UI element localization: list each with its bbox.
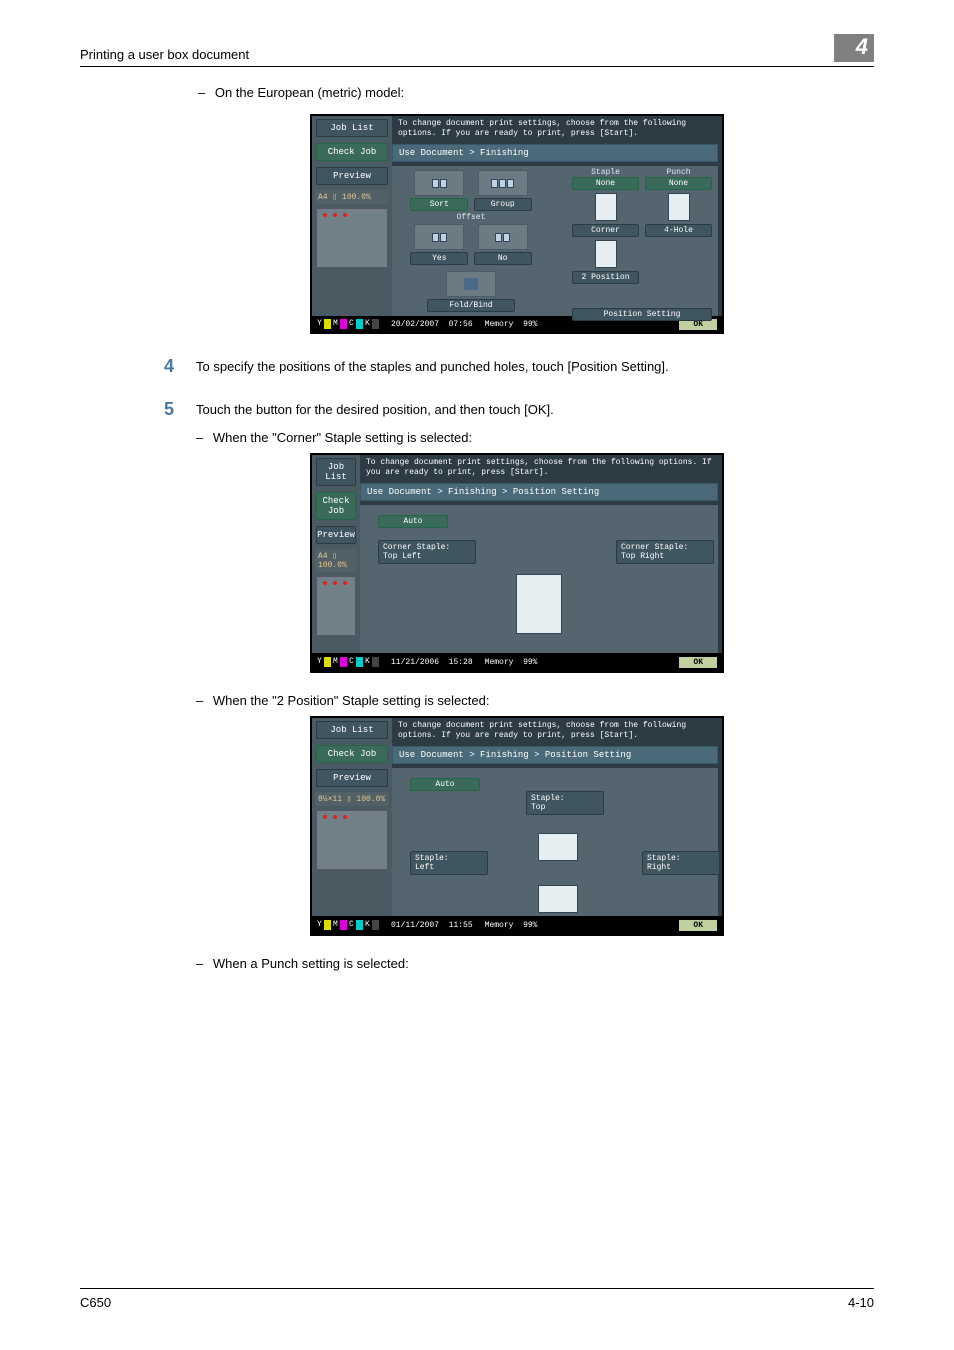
auto-button[interactable]: Auto (410, 778, 480, 791)
instruction-message: To change document print settings, choos… (392, 718, 722, 744)
group-button[interactable]: Group (474, 198, 532, 211)
step-4-number: 4 (160, 356, 174, 377)
bullet-corner-staple: When the "Corner" Staple setting is sele… (196, 430, 874, 445)
foldbind-button[interactable]: Fold/Bind (427, 299, 515, 312)
staple-2position-button[interactable]: 2 Position (572, 271, 639, 284)
toner-levels: YMCK (316, 319, 379, 329)
footer-memory: Memory 99% (485, 320, 538, 329)
step-4-text: To specify the positions of the staples … (196, 356, 669, 377)
check-job-button[interactable]: Check Job (316, 492, 356, 520)
ui-screenshot-position-2pos: Job List Check Job Preview 8½×11 ▯ 100.0… (310, 716, 724, 936)
staple-none-button[interactable]: None (572, 177, 639, 190)
footer-memory: Memory 99% (485, 658, 538, 667)
foldbind-icon (446, 271, 496, 297)
toner-levels: YMCK (316, 657, 379, 667)
staple-preview-icon (595, 193, 617, 221)
footer-page: 4-10 (848, 1295, 874, 1310)
header-title: Printing a user box document (80, 47, 249, 62)
twopos-preview-icon (595, 240, 617, 268)
toner-levels: YMCK (316, 920, 379, 930)
preview-button[interactable]: Preview (316, 769, 388, 787)
footer-date: 11/21/2006 15:28 (391, 658, 473, 667)
paper-info: 8½×11 ▯ 100.0% (315, 792, 389, 806)
footer-date: 20/02/2007 07:56 (391, 320, 473, 329)
offset-no-icon (478, 224, 528, 250)
bullet-euro-model: On the European (metric) model: (198, 85, 874, 100)
position-preview-top (538, 833, 578, 861)
offset-yes-button[interactable]: Yes (410, 252, 468, 265)
section-number: 4 (834, 34, 874, 62)
staple-right-button[interactable]: Staple: Right (642, 851, 720, 875)
sort-icon (414, 170, 464, 196)
offset-label: Offset (396, 213, 546, 222)
position-preview (516, 574, 562, 634)
group-icon (478, 170, 528, 196)
ok-button[interactable]: OK (678, 656, 718, 669)
preview-thumbnail (316, 576, 356, 636)
staple-label: Staple (572, 168, 639, 177)
breadcrumb: Use Document > Finishing (392, 144, 718, 162)
auto-button[interactable]: Auto (378, 515, 448, 528)
breadcrumb: Use Document > Finishing > Position Sett… (360, 483, 718, 501)
paper-info: A4 ▯ 100.0% (315, 190, 389, 204)
page-header: Printing a user box document 4 (80, 40, 874, 67)
offset-yes-icon (414, 224, 464, 250)
step-5-number: 5 (160, 399, 174, 420)
position-preview-side (538, 885, 578, 913)
footer-date: 01/11/2007 11:55 (391, 921, 473, 930)
preview-thumbnail (316, 208, 388, 268)
bullet-punch-setting: When a Punch setting is selected: (196, 956, 874, 971)
job-list-button[interactable]: Job List (316, 119, 388, 137)
punch-preview-icon (668, 193, 690, 221)
instruction-message: To change document print settings, choos… (392, 116, 722, 142)
preview-thumbnail (316, 810, 388, 870)
step-5-text: Touch the button for the desired positio… (196, 399, 554, 420)
sort-button[interactable]: Sort (410, 198, 468, 211)
offset-no-button[interactable]: No (474, 252, 532, 265)
preview-button[interactable]: Preview (316, 167, 388, 185)
bullet-2position-staple: When the "2 Position" Staple setting is … (196, 693, 874, 708)
staple-left-button[interactable]: Staple: Left (410, 851, 488, 875)
check-job-button[interactable]: Check Job (316, 745, 388, 763)
ok-button[interactable]: OK (678, 919, 718, 932)
corner-topright-button[interactable]: Corner Staple: Top Right (616, 540, 714, 564)
ui-screenshot-position-corner: Job List Check Job Preview A4 ▯ 100.0% T… (310, 453, 724, 673)
punch-label: Punch (645, 168, 712, 177)
staple-top-button[interactable]: Staple: Top (526, 791, 604, 815)
ui-screenshot-finishing: Job List Check Job Preview A4 ▯ 100.0% T… (310, 114, 724, 334)
breadcrumb: Use Document > Finishing > Position Sett… (392, 746, 718, 764)
paper-info: A4 ▯ 100.0% (315, 549, 357, 572)
job-list-button[interactable]: Job List (316, 458, 356, 486)
footer-memory: Memory 99% (485, 921, 538, 930)
position-setting-button[interactable]: Position Setting (572, 308, 712, 321)
punch-none-button[interactable]: None (645, 177, 712, 190)
corner-topleft-button[interactable]: Corner Staple: Top Left (378, 540, 476, 564)
check-job-button[interactable]: Check Job (316, 143, 388, 161)
preview-button[interactable]: Preview (316, 526, 356, 544)
staple-corner-button[interactable]: Corner (572, 224, 639, 237)
instruction-message: To change document print settings, choos… (360, 455, 722, 481)
job-list-button[interactable]: Job List (316, 721, 388, 739)
page-footer: C650 4-10 (80, 1288, 874, 1310)
punch-4hole-button[interactable]: 4-Hole (645, 224, 712, 237)
footer-model: C650 (80, 1295, 111, 1310)
